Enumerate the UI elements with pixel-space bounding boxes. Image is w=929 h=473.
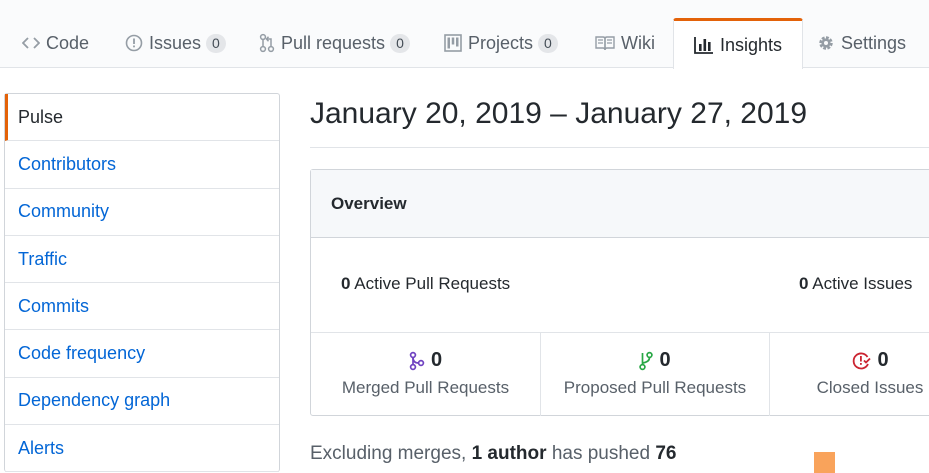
sidebar-item-code-frequency[interactable]: Code frequency bbox=[5, 330, 279, 378]
git-pull-request-icon bbox=[259, 33, 275, 53]
sidebar-item-label: Contributors bbox=[18, 153, 117, 174]
merged-pull-requests-stat[interactable]: 0 Merged Pull Requests bbox=[311, 333, 541, 416]
page-title: January 20, 2019 – January 27, 2019 bbox=[310, 97, 808, 130]
sidebar-item-traffic[interactable]: Traffic bbox=[5, 236, 279, 284]
tab-projects[interactable]: Projects 0 bbox=[444, 18, 558, 68]
tab-insights[interactable]: Insights bbox=[673, 18, 804, 69]
tab-label: Settings bbox=[841, 32, 907, 53]
sidebar-item-label: Code frequency bbox=[18, 343, 146, 364]
tab-settings[interactable]: Settings bbox=[817, 18, 906, 68]
summary-prefix: Excluding merges, bbox=[310, 443, 467, 464]
commit-summary: Excluding merges, 1 author has pushed 76 bbox=[310, 443, 676, 465]
sidebar-item-label: Dependency graph bbox=[18, 390, 171, 411]
overview-stats-row: 0 Merged Pull Requests 0 Proposed Pull R… bbox=[311, 333, 929, 416]
overview-header: Overview bbox=[311, 170, 929, 238]
proposed-pull-requests-count: 0 bbox=[659, 349, 671, 371]
tab-label: Issues bbox=[149, 32, 202, 53]
merged-pull-requests-count: 0 bbox=[430, 349, 443, 371]
closed-issues-stat[interactable]: 0 Closed Issues bbox=[770, 333, 929, 416]
active-issues-count: 0 bbox=[799, 274, 809, 293]
active-pull-requests-link[interactable]: 0 Active Pull Requests bbox=[341, 274, 510, 294]
tab-label: Projects bbox=[468, 32, 534, 53]
projects-counter: 0 bbox=[538, 33, 558, 53]
divider bbox=[310, 147, 929, 148]
tab-wiki[interactable]: Wiki bbox=[595, 18, 655, 68]
sidebar-item-label: Community bbox=[18, 201, 110, 222]
tab-label: Pull requests bbox=[281, 32, 386, 53]
closed-issues-count: 0 bbox=[877, 349, 889, 371]
tab-label: Insights bbox=[720, 34, 783, 55]
sidebar-item-alerts[interactable]: Alerts bbox=[5, 425, 279, 473]
commit-chart-bar bbox=[814, 452, 835, 473]
issue-closed-icon bbox=[851, 351, 872, 371]
insights-sidebar: Pulse Contributors Community Traffic Com… bbox=[4, 93, 280, 473]
proposed-pull-requests-stat[interactable]: 0 Proposed Pull Requests bbox=[541, 333, 770, 416]
summary-middle: has pushed bbox=[551, 443, 651, 464]
graph-icon bbox=[694, 36, 714, 54]
tab-label: Code bbox=[46, 32, 90, 53]
active-pull-requests-label: Active Pull Requests bbox=[354, 274, 511, 293]
sidebar-item-label: Alerts bbox=[18, 437, 65, 458]
pull-requests-counter: 0 bbox=[390, 33, 410, 53]
sidebar-item-dependency-graph[interactable]: Dependency graph bbox=[5, 378, 279, 426]
tab-issues[interactable]: Issues 0 bbox=[125, 18, 226, 68]
tab-code[interactable]: Code bbox=[22, 18, 89, 68]
merged-pull-requests-label: Merged Pull Requests bbox=[341, 378, 510, 397]
active-issues-label: Active Issues bbox=[812, 274, 913, 293]
overview-panel: Overview 0 Active Pull Requests 0 Active… bbox=[310, 169, 929, 416]
sidebar-item-commits[interactable]: Commits bbox=[5, 283, 279, 331]
git-branch-icon bbox=[639, 351, 654, 371]
book-icon bbox=[595, 35, 615, 51]
gear-icon bbox=[817, 34, 835, 52]
sidebar-item-label: Traffic bbox=[18, 248, 68, 269]
tab-pull-requests[interactable]: Pull requests 0 bbox=[259, 18, 410, 68]
repo-nav-tabs: Code Issues 0 Pull requests 0 Projects 0… bbox=[0, 0, 929, 69]
sidebar-item-label: Commits bbox=[18, 295, 89, 316]
sidebar-item-pulse[interactable]: Pulse bbox=[5, 94, 279, 142]
closed-issues-label: Closed Issues bbox=[816, 378, 924, 397]
overview-title: Overview bbox=[331, 193, 407, 213]
git-merge-icon bbox=[409, 351, 425, 371]
proposed-pull-requests-label: Proposed Pull Requests bbox=[563, 378, 747, 397]
project-icon bbox=[444, 34, 462, 52]
issue-opened-icon bbox=[125, 34, 143, 52]
active-issues-link[interactable]: 0 Active Issues bbox=[799, 274, 912, 294]
code-icon bbox=[22, 36, 40, 50]
issues-counter: 0 bbox=[206, 33, 226, 53]
overview-active-row: 0 Active Pull Requests 0 Active Issues bbox=[311, 238, 929, 333]
tab-label: Wiki bbox=[621, 32, 655, 53]
summary-author-link[interactable]: 1 author bbox=[472, 443, 547, 464]
active-pull-requests-count: 0 bbox=[341, 274, 351, 293]
summary-commit-count: 76 bbox=[655, 443, 677, 464]
sidebar-item-contributors[interactable]: Contributors bbox=[5, 141, 279, 189]
sidebar-item-label: Pulse bbox=[18, 106, 64, 127]
sidebar-item-community[interactable]: Community bbox=[5, 189, 279, 236]
